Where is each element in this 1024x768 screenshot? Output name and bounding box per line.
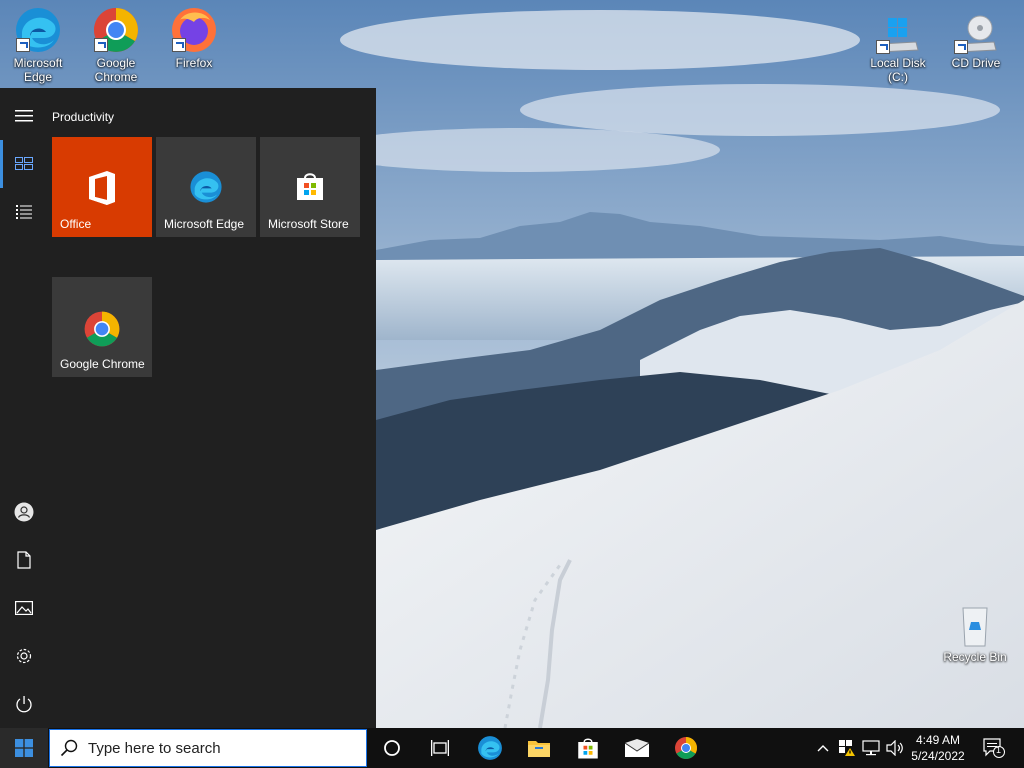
taskbar-chrome-button[interactable] <box>662 728 710 768</box>
notification-count-badge: 1 <box>996 745 1002 755</box>
security-tray-button[interactable] <box>836 728 858 768</box>
edge-icon <box>190 171 222 203</box>
desktop-icon-label: Recycle Bin <box>943 650 1007 664</box>
network-tray-button[interactable] <box>860 728 882 768</box>
task-view-button[interactable] <box>416 728 464 768</box>
action-center-button[interactable]: 1 <box>976 728 1012 768</box>
settings-gear-icon <box>16 648 32 664</box>
start-button[interactable] <box>0 728 48 768</box>
desktop-icon-label: Google <box>96 56 136 70</box>
documents-button[interactable] <box>0 536 48 584</box>
task-view-icon <box>431 740 449 756</box>
shortcut-arrow-icon <box>876 40 890 54</box>
start-menu: Productivity Office Microsoft Edge Micro… <box>0 88 376 728</box>
shortcut-arrow-icon <box>954 40 968 54</box>
all-apps-button[interactable] <box>0 188 48 236</box>
desktop-icon-edge[interactable]: Microsoft Edge <box>2 6 74 84</box>
desktop-icon-recycle-bin[interactable]: Recycle Bin <box>939 602 1011 664</box>
chevron-up-icon <box>817 745 829 752</box>
desktop-icon-chrome[interactable]: Google Chrome <box>80 6 152 84</box>
tile-label: Microsoft Store <box>268 217 349 231</box>
start-menu-rail <box>0 88 48 728</box>
firefox-icon <box>170 6 218 54</box>
shortcut-arrow-icon <box>94 38 108 52</box>
store-icon <box>578 738 598 759</box>
disk-icon <box>874 14 922 54</box>
edge-icon <box>14 6 62 54</box>
volume-tray-button[interactable] <box>884 728 906 768</box>
tiles-view-icon <box>15 157 33 170</box>
file-explorer-icon <box>528 741 550 757</box>
pictures-icon <box>15 601 33 615</box>
chrome-icon <box>84 311 120 347</box>
taskbar-mail-button[interactable] <box>613 728 661 768</box>
tile-microsoft-edge[interactable]: Microsoft Edge <box>156 137 256 237</box>
network-icon <box>862 740 880 756</box>
cd-drive-icon <box>952 14 1000 54</box>
windows-logo-icon <box>15 739 33 757</box>
cortana-icon <box>384 740 400 756</box>
expand-menu-button[interactable] <box>0 92 48 140</box>
mail-icon <box>625 739 649 757</box>
desktop-icon-firefox[interactable]: Firefox <box>158 6 230 70</box>
search-icon <box>60 739 78 757</box>
notification-icon <box>983 738 1005 758</box>
taskbar: 4:49 AM 5/24/2022 1 <box>0 728 1024 768</box>
windows-security-warning-icon <box>839 740 855 756</box>
store-icon <box>297 173 323 200</box>
pinned-tiles-button[interactable] <box>0 140 48 188</box>
taskbar-clock[interactable]: 4:49 AM 5/24/2022 <box>908 732 968 764</box>
speaker-volume-icon <box>886 740 903 756</box>
search-input[interactable] <box>88 739 348 757</box>
office-icon <box>89 171 115 205</box>
shortcut-arrow-icon <box>16 38 30 52</box>
taskbar-search-box[interactable] <box>49 729 367 767</box>
clock-time: 4:49 AM <box>915 733 961 747</box>
power-icon <box>16 696 32 713</box>
taskbar-edge-button[interactable] <box>466 728 514 768</box>
power-button[interactable] <box>0 680 48 728</box>
settings-button[interactable] <box>0 632 48 680</box>
tile-label: Google Chrome <box>60 357 145 371</box>
tile-office[interactable]: Office <box>52 137 152 237</box>
tile-microsoft-store[interactable]: Microsoft Store <box>260 137 360 237</box>
shortcut-arrow-icon <box>172 38 186 52</box>
chrome-icon <box>92 6 140 54</box>
user-account-icon <box>14 502 34 522</box>
desktop-icon-cd-drive[interactable]: CD Drive <box>940 14 1012 70</box>
desktop-icon-label: Chrome <box>94 70 138 84</box>
taskbar-file-explorer-button[interactable] <box>515 728 563 768</box>
recycle-bin-icon <box>951 602 999 648</box>
user-account-button[interactable] <box>0 488 48 536</box>
desktop-icon-label: Microsoft <box>13 56 63 70</box>
tile-label: Office <box>60 217 92 231</box>
tile-label: Microsoft Edge <box>164 217 245 231</box>
desktop-icon-label: CD Drive <box>951 56 1001 70</box>
desktop-icon-label: Firefox <box>175 56 213 70</box>
taskbar-store-button[interactable] <box>564 728 612 768</box>
chrome-icon <box>675 737 697 759</box>
cortana-button[interactable] <box>368 728 416 768</box>
documents-icon <box>17 551 31 569</box>
desktop-icon-label: Edge <box>23 70 53 84</box>
desktop-icon-label: Local Disk (C:) <box>870 56 926 84</box>
hamburger-menu-icon <box>15 110 33 122</box>
show-hidden-icons-button[interactable] <box>812 728 834 768</box>
all-apps-list-icon <box>16 205 32 219</box>
tile-group-title[interactable]: Productivity <box>52 110 114 124</box>
pictures-button[interactable] <box>0 584 48 632</box>
desktop-icon-local-disk[interactable]: Local Disk (C:) <box>860 14 936 84</box>
tile-google-chrome[interactable]: Google Chrome <box>52 277 152 377</box>
clock-date: 5/24/2022 <box>911 749 965 763</box>
edge-icon <box>478 736 502 760</box>
